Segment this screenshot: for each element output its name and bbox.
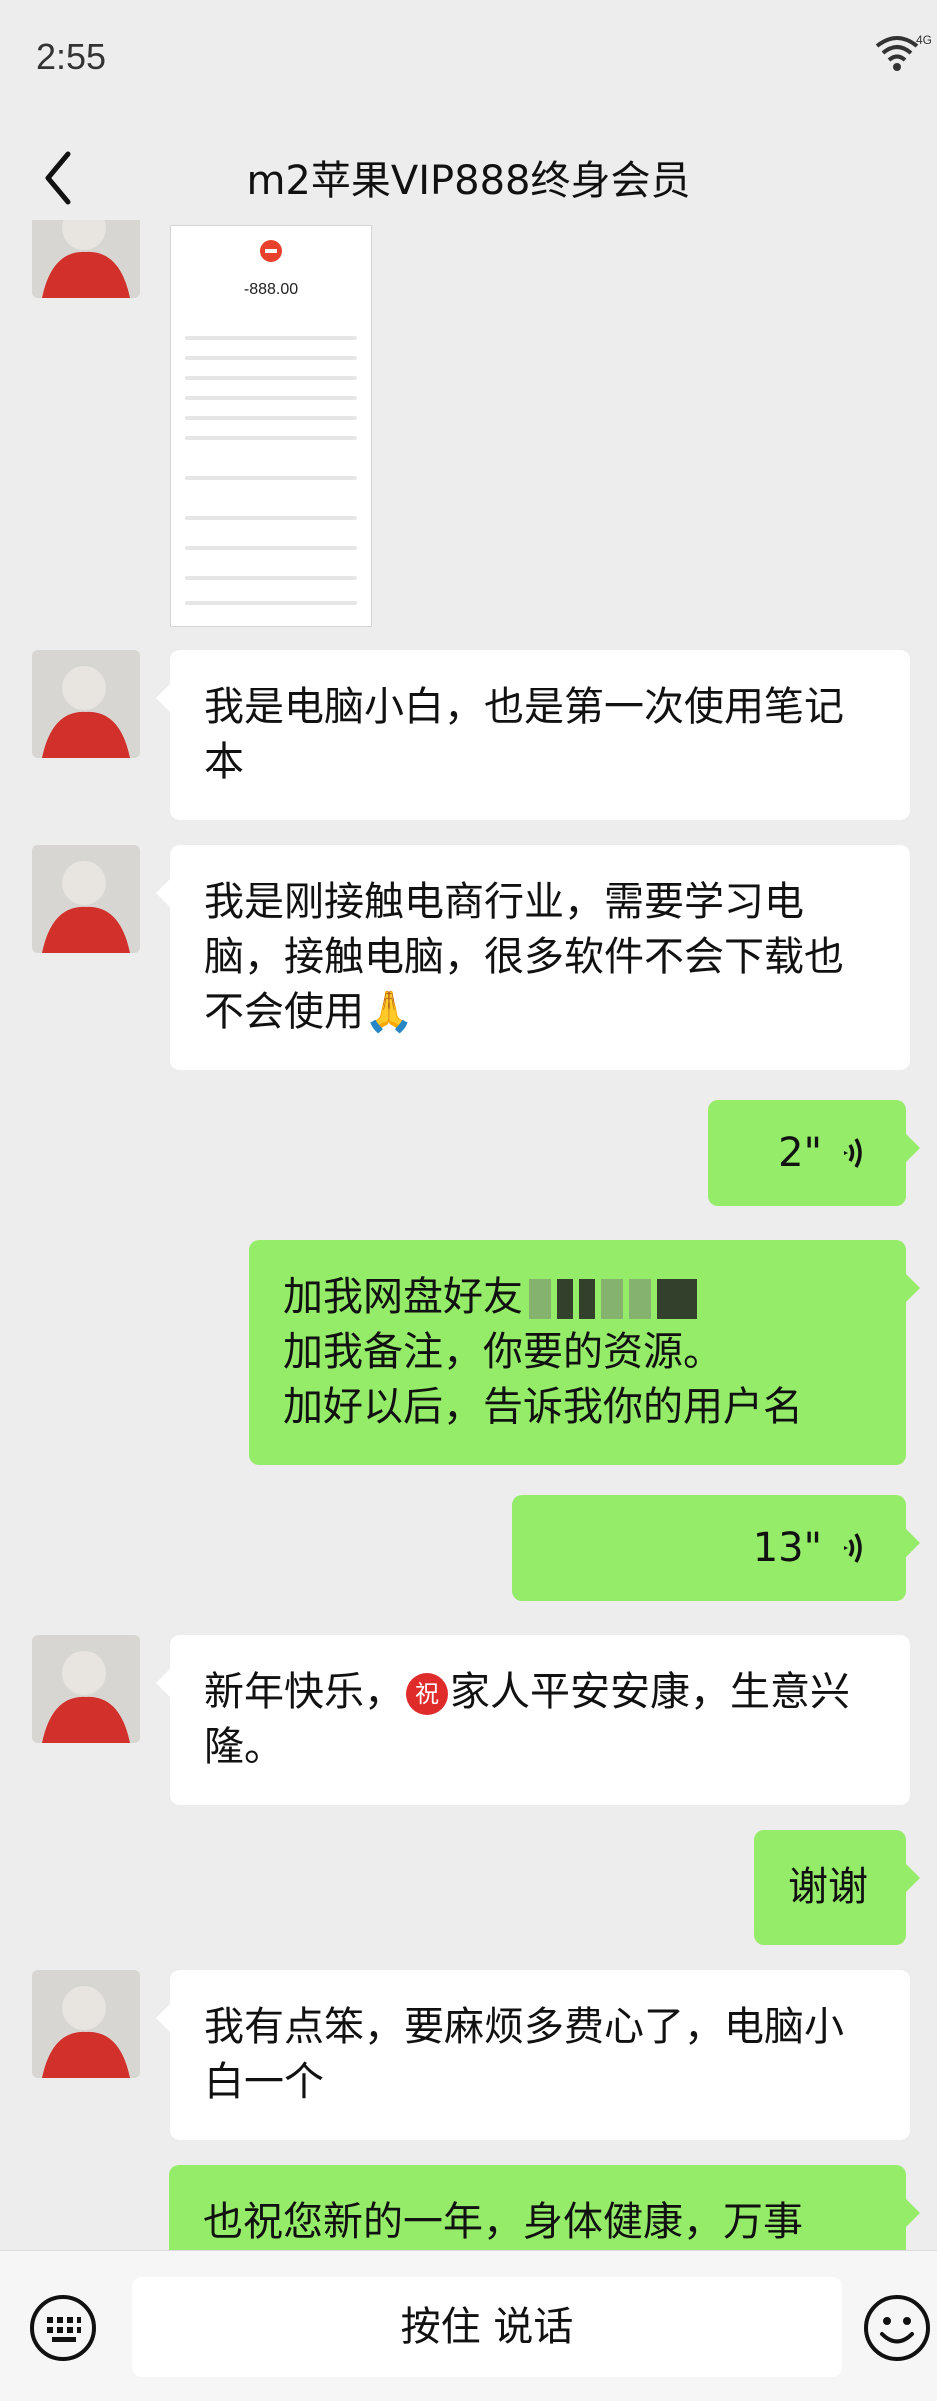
receipt-image-message[interactable]: -888.00 <box>170 225 372 627</box>
wifi-icon: 4G <box>871 30 932 78</box>
payment-logo-icon <box>260 240 282 262</box>
message-text: 加我网盘好友 <box>283 1274 523 1320</box>
receipt-row <box>185 576 357 580</box>
redaction-mark <box>557 1279 573 1319</box>
emoji-icon <box>864 2295 930 2361</box>
network-type: 4G <box>916 33 931 47</box>
chat-area[interactable]: -888.00 我是电脑小白，也是第一次使用笔记本 我是刚接触电商行业，需要学习… <box>0 220 937 2250</box>
receipt-row <box>185 546 357 550</box>
receipt-row <box>185 396 357 400</box>
message-bubble[interactable]: 加我网盘好友 加我备注，你要的资源。 加好以后，告诉我你的用户名 <box>249 1240 920 1465</box>
voice-wave-icon <box>844 1533 862 1563</box>
blessing-badge-icon: 祝 <box>406 1673 448 1715</box>
status-time: 2:55 <box>36 36 107 77</box>
message-text: 我是刚接触电商行业，需要学习电脑，接触电脑，很多软件不会下载也不会使用 <box>204 879 844 1035</box>
pray-emoji-icon: 🙏 <box>364 989 414 1035</box>
message-bubble[interactable]: 谢谢 <box>754 1830 920 1945</box>
message-text: 新年快乐， <box>204 1669 404 1715</box>
message-bubble[interactable]: 我是刚接触电商行业，需要学习电脑，接触电脑，很多软件不会下载也不会使用🙏 <box>156 845 910 1070</box>
message-bubble[interactable]: 也祝您新的一年，身体健康，万事 <box>169 2165 920 2250</box>
avatar[interactable] <box>32 845 140 953</box>
voice-message[interactable]: 2" <box>708 1100 920 1206</box>
voice-duration: 13" <box>752 1524 822 1571</box>
receipt-row <box>185 336 357 340</box>
input-bar: 按住 说话 <box>0 2250 937 2401</box>
emoji-button[interactable] <box>862 2293 932 2363</box>
message-text: 加好以后，告诉我你的用户名 <box>283 1384 803 1430</box>
receipt-amount: -888.00 <box>243 281 299 298</box>
voice-message[interactable]: 13" <box>512 1495 920 1601</box>
chat-title: m2苹果VIP888终身会员 <box>246 158 691 204</box>
avatar[interactable] <box>32 1970 140 2078</box>
hold-to-talk-button[interactable]: 按住 说话 <box>132 2277 842 2377</box>
message-bubble[interactable]: 新年快乐，祝家人平安安康，生意兴隆。 <box>156 1635 910 1805</box>
avatar[interactable] <box>32 650 140 758</box>
message-bubble[interactable]: 我有点笨，要麻烦多费心了，电脑小白一个 <box>156 1970 910 2140</box>
keyboard-button[interactable] <box>28 2293 98 2363</box>
receipt-row <box>185 476 357 480</box>
voice-wave-icon <box>844 1138 862 1168</box>
redaction-mark <box>601 1279 623 1319</box>
message-bubble[interactable]: 我是电脑小白，也是第一次使用笔记本 <box>156 650 910 820</box>
receipt-row <box>185 356 357 360</box>
receipt-row <box>185 416 357 420</box>
redaction-mark <box>579 1279 595 1319</box>
avatar[interactable] <box>32 220 140 298</box>
avatar[interactable] <box>32 1635 140 1743</box>
receipt-row <box>185 516 357 520</box>
message-text: 加我备注，你要的资源。 <box>283 1329 723 1375</box>
redaction-mark <box>629 1279 651 1319</box>
status-bar: 2:55 4G <box>0 0 937 120</box>
redaction-mark <box>529 1279 551 1319</box>
redaction-mark <box>657 1279 697 1319</box>
receipt-row <box>185 376 357 380</box>
receipt-row <box>185 436 357 440</box>
receipt-row <box>185 601 357 605</box>
keyboard-icon <box>30 2295 96 2361</box>
voice-duration: 2" <box>778 1129 822 1176</box>
